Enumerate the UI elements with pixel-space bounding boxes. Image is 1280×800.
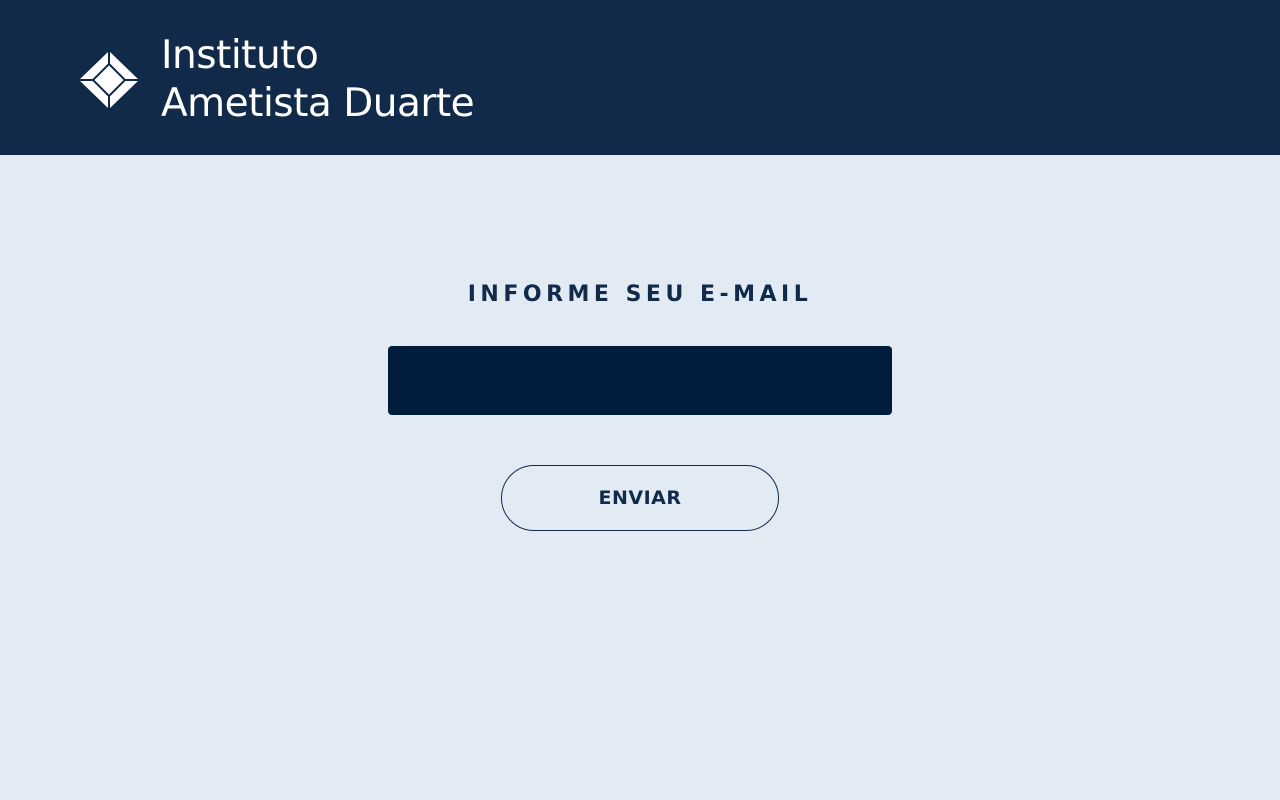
brand-name: Instituto Ametista Duarte: [161, 32, 475, 128]
site-header: Instituto Ametista Duarte: [0, 0, 1280, 155]
brand-name-line1: Instituto: [161, 33, 319, 78]
brand-name-line2: Ametista Duarte: [161, 81, 475, 126]
diamond-logo-icon: [79, 51, 139, 109]
send-button[interactable]: ENVIAR: [501, 465, 779, 531]
email-input[interactable]: [388, 346, 892, 415]
email-form-title: INFORME SEU E-MAIL: [467, 282, 813, 307]
